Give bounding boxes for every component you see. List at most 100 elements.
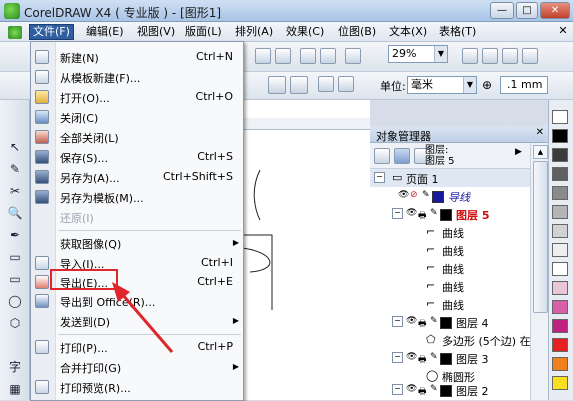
menu-table[interactable]: 表格(T) (436, 24, 479, 40)
palette-color-swatch[interactable] (552, 319, 568, 333)
palette-color-swatch[interactable] (552, 376, 568, 390)
menu-text[interactable]: 文本(X) (386, 24, 430, 40)
palette-color-swatch[interactable] (552, 129, 568, 143)
zoom-out-icon[interactable] (482, 48, 498, 64)
visibility-icon[interactable]: 👁 (406, 384, 417, 394)
tree-curve-row[interactable]: ⌐ 曲线 (370, 277, 548, 295)
menu-layout[interactable]: 版面(L) (182, 24, 225, 40)
shape-tool-icon[interactable]: ✎ (6, 160, 24, 178)
palette-color-swatch[interactable] (552, 205, 568, 219)
crop-tool-icon[interactable]: ✂ (6, 182, 24, 200)
palette-color-swatch[interactable] (552, 357, 568, 371)
no-print-icon[interactable]: ⊘ (410, 190, 418, 200)
scrollbar-thumb[interactable] (533, 161, 548, 313)
tree-curve-row[interactable]: ⌐ 曲线 (370, 259, 548, 277)
print-icon[interactable]: 🖶 (418, 316, 427, 332)
application-launcher-icon[interactable] (300, 48, 316, 64)
print-icon[interactable]: 🖶 (418, 384, 427, 400)
tree-layer-row[interactable]: − 👁 🖶 ✎ 图层 2 (370, 381, 548, 399)
visibility-icon[interactable]: 👁 (406, 316, 417, 326)
landscape-icon[interactable] (290, 76, 308, 94)
menu-item-save-as-template[interactable]: 另存为模板(M)... (31, 188, 243, 207)
edit-pencil-icon[interactable]: ✎ (430, 316, 438, 326)
zoom-page-icon[interactable] (502, 48, 518, 64)
zoom-level-select[interactable]: 29% ▼ (388, 45, 448, 63)
import-tool-icon[interactable] (255, 48, 271, 64)
tree-layer-row[interactable]: − 👁 🖶 ✎ 图层 4 (370, 313, 548, 331)
collapse-icon[interactable]: − (392, 208, 403, 219)
menu-item-close-all[interactable]: 全部关闭(L) (31, 128, 243, 147)
zoom-width-icon[interactable] (522, 48, 538, 64)
all-pages-icon[interactable] (318, 76, 334, 92)
visibility-icon[interactable]: 👁 (406, 352, 417, 362)
visibility-icon[interactable]: 👁 (398, 190, 409, 200)
menu-item-print-merge[interactable]: 合并打印(G) ▶ (31, 358, 243, 377)
palette-color-swatch[interactable] (552, 300, 568, 314)
rectangle-tool-icon[interactable]: ▭ (6, 270, 24, 288)
menu-item-new[interactable]: 新建(N) Ctrl+N (31, 48, 243, 67)
tree-object-row[interactable]: ⬠ 多边形 (5个边) 在 图 (370, 331, 548, 349)
menu-item-acquire-image[interactable]: 获取图像(Q) ▶ (31, 234, 243, 253)
tree-layer-row[interactable]: − 👁 🖶 ✎ 图层 5 (370, 205, 548, 223)
edit-pencil-icon[interactable]: ✎ (430, 208, 438, 218)
zoom-in-icon[interactable] (462, 48, 478, 64)
visibility-icon[interactable]: 👁 (406, 208, 417, 218)
current-page-icon[interactable] (338, 76, 354, 92)
nudge-distance-field[interactable]: .1 mm (500, 76, 548, 94)
show-properties-icon[interactable] (374, 148, 390, 164)
table-tool-icon[interactable]: ▦ (6, 380, 24, 398)
portrait-icon[interactable] (268, 76, 286, 94)
edit-pencil-icon[interactable]: ✎ (430, 384, 438, 394)
collapse-icon[interactable]: − (392, 316, 403, 327)
menu-effects[interactable]: 效果(C) (283, 24, 327, 40)
text-tool-icon[interactable]: 字 (6, 358, 24, 376)
menu-edit[interactable]: 编辑(E) (83, 24, 127, 40)
palette-color-swatch[interactable] (552, 110, 568, 124)
export-tool-icon[interactable] (275, 48, 291, 64)
palette-color-swatch[interactable] (552, 262, 568, 276)
tree-layer-row[interactable]: − 👁 🖶 ✎ 图层 3 (370, 349, 548, 367)
menu-item-print-preview[interactable]: 打印预览(R)... (31, 378, 243, 397)
menu-item-save-as[interactable]: 另存为(A)... Ctrl+Shift+S (31, 168, 243, 187)
menu-item-save[interactable]: 保存(S)... Ctrl+S (31, 148, 243, 167)
tree-curve-row[interactable]: ⌐ 曲线 (370, 223, 548, 241)
zoom-tool-icon[interactable]: 🔍 (6, 204, 24, 222)
corel-online-icon[interactable] (345, 48, 361, 64)
collapse-icon[interactable]: − (392, 384, 403, 395)
scroll-up-icon[interactable]: ▲ (533, 145, 548, 159)
menu-view[interactable]: 视图(V) (134, 24, 178, 40)
docker-close-button[interactable]: ✕ (536, 127, 544, 138)
smart-fill-tool-icon[interactable]: ▭ (6, 248, 24, 266)
palette-color-swatch[interactable] (552, 243, 568, 257)
menu-item-new-from-template[interactable]: 从模板新建(F)... (31, 68, 243, 87)
menu-arrange[interactable]: 排列(A) (232, 24, 276, 40)
tree-page-row[interactable]: − ▭ 页面 1 (370, 169, 548, 187)
welcome-screen-icon[interactable] (320, 48, 336, 64)
edit-pencil-icon[interactable]: ✎ (422, 190, 430, 200)
maximize-button[interactable]: □ (516, 2, 538, 19)
document-close-button[interactable]: ✕ (556, 24, 570, 38)
palette-color-swatch[interactable] (552, 338, 568, 352)
collapse-icon[interactable]: − (392, 352, 403, 363)
tree-curve-row[interactable]: ⌐ 曲线 (370, 295, 548, 313)
palette-color-swatch[interactable] (552, 167, 568, 181)
freehand-tool-icon[interactable]: ✒ (6, 226, 24, 244)
menu-item-open[interactable]: 打开(O)... Ctrl+O (31, 88, 243, 107)
polygon-tool-icon[interactable]: ⬡ (6, 314, 24, 332)
docker-scrollbar[interactable]: ▲ (530, 143, 548, 400)
collapse-icon[interactable]: − (374, 172, 385, 183)
tree-layer-row[interactable]: 👁 ⊘ ✎ 导线 (370, 187, 548, 205)
palette-color-swatch[interactable] (552, 148, 568, 162)
palette-color-swatch[interactable] (552, 281, 568, 295)
print-icon[interactable]: 🖶 (418, 208, 427, 224)
ellipse-tool-icon[interactable]: ◯ (6, 292, 24, 310)
units-select[interactable]: 毫米 ▼ (407, 76, 477, 94)
pick-tool-icon[interactable]: ↖ (6, 138, 24, 156)
edit-pencil-icon[interactable]: ✎ (430, 352, 438, 362)
close-window-button[interactable]: ✕ (540, 2, 570, 19)
edit-across-layers-icon[interactable] (394, 148, 410, 164)
print-icon[interactable]: 🖶 (418, 352, 427, 368)
palette-color-swatch[interactable] (552, 224, 568, 238)
minimize-button[interactable]: — (490, 2, 514, 19)
menu-file[interactable]: 文件(F) (29, 24, 74, 40)
